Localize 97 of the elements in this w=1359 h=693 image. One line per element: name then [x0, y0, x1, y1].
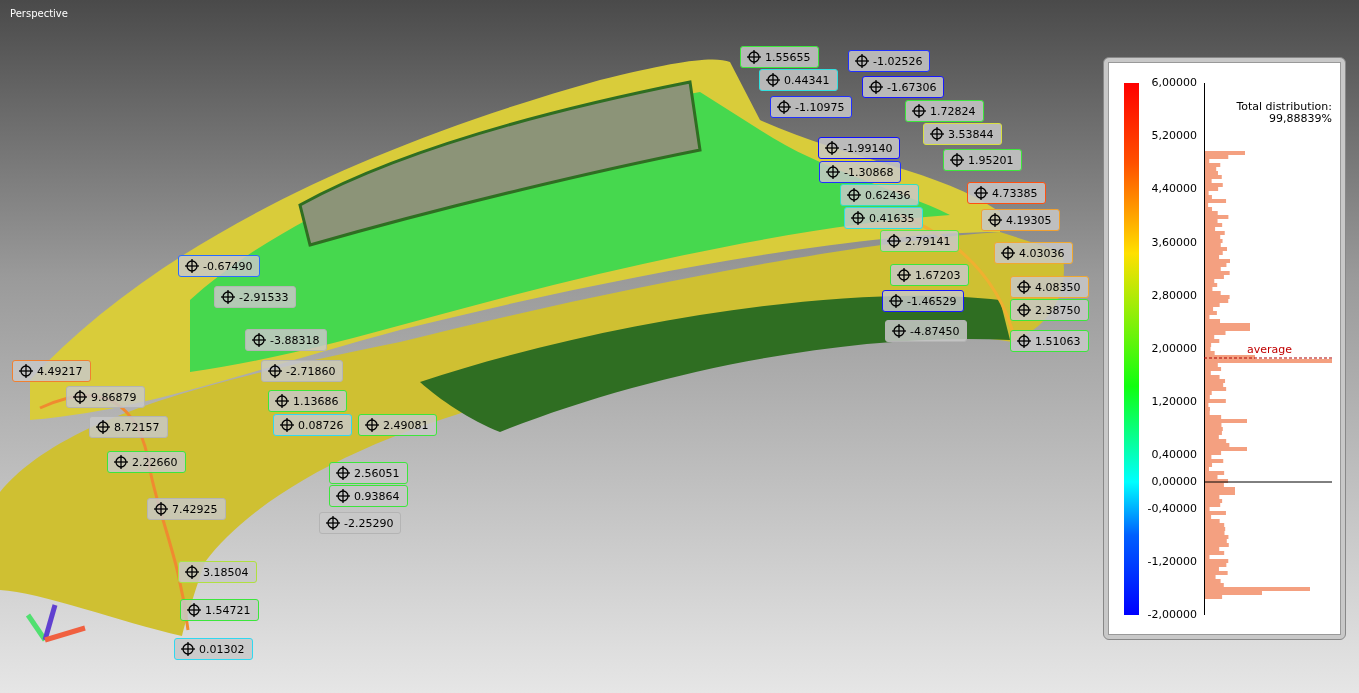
scale-tick-label: -0,40000 [1147, 501, 1197, 515]
crosshair-icon [336, 489, 350, 503]
scale-tick-label: 0,40000 [1151, 448, 1197, 462]
crosshair-icon [185, 259, 199, 273]
crosshair-icon [252, 333, 266, 347]
crosshair-icon [1017, 334, 1031, 348]
distribution-value: 99,88839% [1269, 113, 1332, 125]
crosshair-icon [1017, 280, 1031, 294]
deviation-value: 4.49217 [37, 364, 83, 378]
deviation-value: 1.55655 [765, 50, 811, 64]
deviation-value: 3.18504 [203, 565, 249, 579]
deviation-value: -2.91533 [239, 290, 289, 304]
deviation-value: -1.10975 [795, 100, 845, 114]
crosshair-icon [887, 234, 901, 248]
crosshair-icon [974, 186, 988, 200]
deviation-value: 1.95201 [968, 153, 1014, 167]
crosshair-icon [73, 390, 87, 404]
deviation-value: 4.19305 [1006, 213, 1052, 227]
crosshair-icon [869, 80, 883, 94]
crosshair-icon [826, 165, 840, 179]
scale-tick-label: 2,80000 [1151, 288, 1197, 302]
crosshair-icon [1017, 303, 1031, 317]
crosshair-icon [336, 466, 350, 480]
deviation-value: 2.22660 [132, 455, 178, 469]
deviation-value: -1.30868 [844, 165, 894, 179]
crosshair-icon [114, 455, 128, 469]
scale-tick-label: 5,20000 [1151, 129, 1197, 143]
crosshair-icon [851, 211, 865, 225]
deviation-value: 2.56051 [354, 466, 400, 480]
crosshair-icon [19, 364, 33, 378]
deviation-value: 3.53844 [948, 127, 994, 141]
crosshair-icon [912, 104, 926, 118]
deviation-value: -3.88318 [270, 333, 320, 347]
deviation-value: 0.44341 [784, 73, 830, 87]
axis-triad-icon [25, 604, 86, 643]
deviation-value: 4.03036 [1019, 246, 1065, 260]
scale-tick-label: 3,60000 [1151, 235, 1197, 249]
crosshair-icon [825, 141, 839, 155]
crosshair-icon [96, 420, 110, 434]
scale-tick-label: -1,20000 [1147, 554, 1197, 568]
deviation-value: 9.86879 [91, 390, 137, 404]
crosshair-icon [187, 603, 201, 617]
crosshair-icon [988, 213, 1002, 227]
distribution-title: Total distribution: [1236, 101, 1332, 113]
crosshair-icon [847, 188, 861, 202]
average-label: average [1247, 343, 1293, 356]
deviation-value: -0.67490 [203, 259, 253, 273]
deviation-value: 1.67203 [915, 268, 961, 282]
scale-tick-label: 0,00000 [1151, 475, 1197, 488]
scale-tick-label: 4,40000 [1151, 182, 1197, 196]
crosshair-icon [280, 418, 294, 432]
deviation-value: 1.54721 [205, 603, 251, 617]
crosshair-icon [889, 294, 903, 308]
deviation-value: 7.42925 [172, 502, 218, 516]
crosshair-icon [892, 324, 906, 338]
deviation-value: -1.46529 [907, 294, 957, 308]
crosshair-icon [777, 100, 791, 114]
crosshair-icon [747, 50, 761, 64]
deviation-value: 2.49081 [383, 418, 429, 432]
crosshair-icon [897, 268, 911, 282]
crosshair-icon [268, 364, 282, 378]
deviation-value: 1.51063 [1035, 334, 1081, 348]
deviation-value: 0.08726 [298, 418, 344, 432]
deviation-value: -4.87450 [910, 324, 960, 338]
deviation-value: 4.73385 [992, 186, 1038, 200]
deviation-value: 2.38750 [1035, 303, 1081, 317]
crosshair-icon [221, 290, 235, 304]
crosshair-icon [855, 54, 869, 68]
deviation-value: -2.71860 [286, 364, 336, 378]
viewport-title: Perspective [10, 8, 68, 19]
deviation-value: 1.13686 [293, 394, 339, 408]
crosshair-icon [930, 127, 944, 141]
deviation-value: 0.41635 [869, 211, 915, 225]
scale-tick-label: 6,00000 [1151, 76, 1197, 89]
crosshair-icon [1001, 246, 1015, 260]
deviation-value: -2.25290 [344, 516, 394, 530]
crosshair-icon [950, 153, 964, 167]
crosshair-icon [154, 502, 168, 516]
deviation-value: -1.99140 [843, 141, 893, 155]
crosshair-icon [275, 394, 289, 408]
deviation-value: 0.93864 [354, 489, 400, 503]
deviation-value: -1.02526 [873, 54, 923, 68]
deviation-value: 0.62436 [865, 188, 911, 202]
scale-tick-label: 2,00000 [1151, 342, 1197, 355]
deviation-value: 4.08350 [1035, 280, 1081, 294]
deviation-value: 8.72157 [114, 420, 160, 434]
crosshair-icon [766, 73, 780, 87]
crosshair-icon [185, 565, 199, 579]
scale-tick-label: -2,00000 [1147, 608, 1197, 621]
crosshair-icon [326, 516, 340, 530]
deviation-value: 2.79141 [905, 234, 951, 248]
deviation-value: -1.67306 [887, 80, 937, 94]
crosshair-icon [181, 642, 195, 656]
deviation-value: 1.72824 [930, 104, 976, 118]
deviation-value: 0.01302 [199, 642, 245, 656]
crosshair-icon [365, 418, 379, 432]
scale-tick-label: 1,20000 [1151, 395, 1197, 409]
